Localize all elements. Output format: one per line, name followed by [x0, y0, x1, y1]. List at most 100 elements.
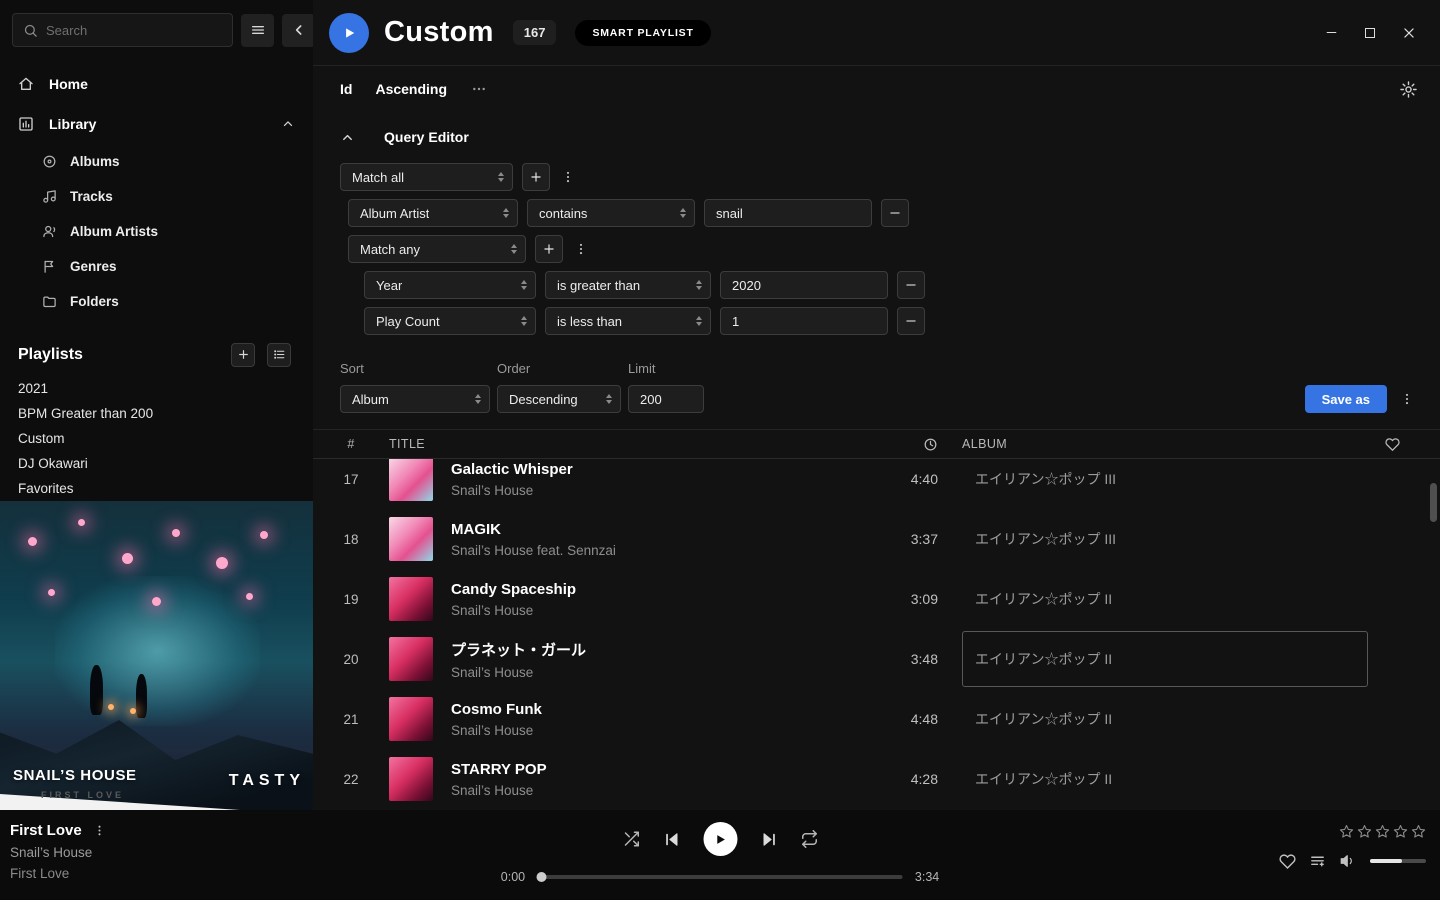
play-pause-button[interactable] — [703, 822, 737, 856]
volume-slider[interactable] — [1370, 859, 1426, 863]
track-title[interactable]: STARRY POP — [451, 761, 868, 778]
chevron-up-icon[interactable] — [281, 117, 295, 131]
rule-operator-select[interactable]: is greater than — [545, 271, 711, 299]
rule-value-input[interactable] — [720, 271, 888, 299]
add-rule-button[interactable] — [522, 163, 550, 191]
shuffle-button[interactable] — [622, 830, 640, 848]
star-icon[interactable] — [1375, 824, 1390, 839]
rule-field-select[interactable]: Album Artist — [348, 199, 518, 227]
star-icon[interactable] — [1357, 824, 1372, 839]
sidebar-item-album-artists[interactable]: Album Artists — [0, 214, 313, 249]
playlist-item[interactable]: Custom — [0, 426, 313, 451]
sidebar-item-tracks[interactable]: Tracks — [0, 179, 313, 214]
playlist-list-button[interactable] — [267, 343, 291, 367]
track-artist-link[interactable]: Snail’s House feat. Sennzai — [451, 543, 868, 558]
album-link[interactable]: エイリアン☆ポップ II — [975, 649, 1112, 669]
nav-back-button[interactable] — [282, 14, 315, 47]
settings-gear-icon[interactable] — [1399, 80, 1418, 99]
track-options-icon[interactable] — [93, 823, 106, 838]
group-options-icon[interactable] — [572, 235, 590, 263]
save-as-button[interactable]: Save as — [1305, 385, 1387, 413]
now-playing-album[interactable]: First Love — [10, 866, 106, 881]
sort-select[interactable]: Album — [340, 385, 490, 413]
sidebar-item-genres[interactable]: Genres — [0, 249, 313, 284]
track-title[interactable]: Candy Spaceship — [451, 581, 868, 598]
remove-rule-button[interactable] — [881, 199, 909, 227]
next-button[interactable] — [760, 831, 777, 848]
collapse-query-editor-button[interactable] — [340, 130, 355, 145]
sidebar-item-albums[interactable]: Albums — [0, 144, 313, 179]
playlist-item[interactable]: BPM Greater than 200 — [0, 401, 313, 426]
column-header-favorite[interactable] — [1368, 437, 1416, 452]
track-title[interactable]: Galactic Whisper — [451, 461, 868, 478]
table-row[interactable]: 18 MAGIK Snail’s House feat. Sennzai 3:3… — [313, 509, 1440, 569]
track-artist-link[interactable]: Snail’s House — [451, 483, 868, 498]
favorite-button[interactable] — [1279, 853, 1296, 870]
album-link[interactable]: エイリアン☆ポップ II — [975, 709, 1112, 729]
playlist-item[interactable]: DJ Okawari — [0, 451, 313, 476]
album-link[interactable]: エイリアン☆ポップ III — [975, 529, 1116, 549]
sidebar-item-folders[interactable]: Folders — [0, 284, 313, 319]
sort-field-button[interactable]: Id — [340, 81, 352, 97]
table-row[interactable]: 19 Candy Spaceship Snail’s House 3:09 エイ… — [313, 569, 1440, 629]
now-playing-artist[interactable]: Snail’s House — [10, 845, 106, 860]
star-icon[interactable] — [1393, 824, 1408, 839]
queue-button[interactable] — [1309, 853, 1326, 870]
column-header-album[interactable]: ALBUM — [938, 437, 1368, 451]
column-header-duration[interactable] — [868, 437, 938, 452]
remove-rule-button[interactable] — [897, 271, 925, 299]
track-artist-link[interactable]: Snail’s House — [451, 783, 868, 798]
add-playlist-button[interactable] — [231, 343, 255, 367]
menu-button[interactable] — [241, 14, 274, 47]
album-link[interactable]: エイリアン☆ポップ III — [975, 469, 1116, 489]
table-row[interactable]: 20 プラネット・ガール Snail’s House 3:48 エイリアン☆ポッ… — [313, 629, 1440, 689]
rule-value-input[interactable] — [720, 307, 888, 335]
add-group-rule-button[interactable] — [535, 235, 563, 263]
group-match-type-select[interactable]: Match any — [348, 235, 526, 263]
playlist-item[interactable]: 2021 — [0, 376, 313, 401]
limit-input[interactable] — [628, 385, 704, 413]
remove-rule-button[interactable] — [897, 307, 925, 335]
rule-operator-select[interactable]: contains — [527, 199, 695, 227]
search-box[interactable] — [12, 13, 233, 47]
more-options-icon[interactable] — [471, 81, 487, 97]
seek-handle[interactable] — [536, 872, 546, 882]
track-title[interactable]: プラネット・ガール — [451, 639, 868, 660]
save-options-icon[interactable] — [1398, 385, 1416, 413]
playlist-item[interactable]: Favorites — [0, 476, 313, 501]
album-link[interactable]: エイリアン☆ポップ II — [975, 589, 1112, 609]
column-header-title[interactable]: TITLE — [389, 437, 868, 451]
album-link[interactable]: エイリアン☆ポップ II — [975, 769, 1112, 789]
volume-button[interactable] — [1339, 852, 1357, 870]
track-artist-link[interactable]: Snail’s House — [451, 665, 868, 680]
focused-album-cell[interactable]: エイリアン☆ポップ II — [962, 631, 1368, 687]
rule-field-select[interactable]: Year — [364, 271, 536, 299]
table-row[interactable]: 21 Cosmo Funk Snail’s House 4:48 エイリアン☆ポ… — [313, 689, 1440, 749]
play-playlist-button[interactable] — [329, 13, 369, 53]
previous-button[interactable] — [663, 831, 680, 848]
track-title[interactable]: Cosmo Funk — [451, 701, 868, 718]
rule-operator-select[interactable]: is less than — [545, 307, 711, 335]
search-input[interactable] — [46, 23, 222, 38]
minimize-button[interactable] — [1325, 26, 1338, 39]
column-header-index[interactable]: # — [313, 437, 389, 451]
close-button[interactable] — [1402, 26, 1416, 40]
sort-direction-button[interactable]: Ascending — [375, 81, 447, 97]
rule-options-icon[interactable] — [559, 163, 577, 191]
track-title[interactable]: MAGIK — [451, 521, 868, 538]
track-artist-link[interactable]: Snail’s House — [451, 723, 868, 738]
rule-value-input[interactable] — [704, 199, 872, 227]
track-artist-link[interactable]: Snail’s House — [451, 603, 868, 618]
now-playing-title[interactable]: First Love — [10, 822, 82, 839]
seek-bar[interactable] — [537, 875, 903, 879]
match-type-select[interactable]: Match all — [340, 163, 513, 191]
star-icon[interactable] — [1339, 824, 1354, 839]
repeat-button[interactable] — [800, 830, 818, 848]
star-icon[interactable] — [1411, 824, 1426, 839]
sidebar-item-home[interactable]: Home — [0, 64, 313, 104]
order-select[interactable]: Descending — [497, 385, 621, 413]
rule-field-select[interactable]: Play Count — [364, 307, 536, 335]
maximize-button[interactable] — [1365, 28, 1375, 38]
table-row[interactable]: 22 STARRY POP Snail’s House 4:28 エイリアン☆ポ… — [313, 749, 1440, 809]
sidebar-item-library[interactable]: Library — [0, 104, 313, 144]
